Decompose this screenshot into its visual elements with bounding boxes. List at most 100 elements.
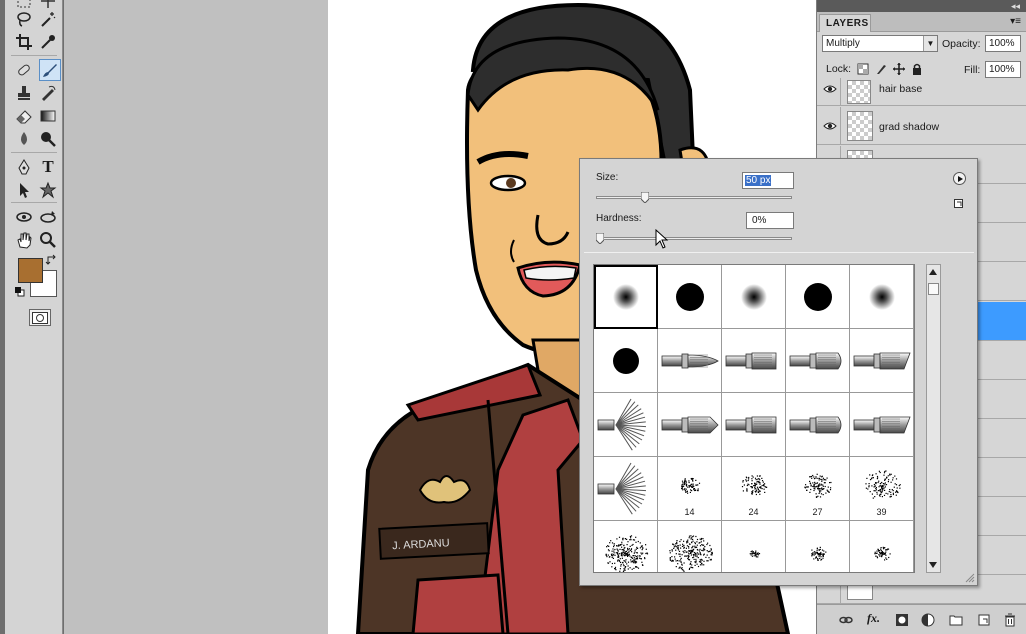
brush-preset-spatter[interactable]: 39 [850, 457, 914, 521]
brush-preview-icon [605, 535, 649, 572]
layer-mask-icon[interactable] [895, 613, 909, 627]
brush-preset-flat-bristle[interactable] [722, 329, 786, 393]
spot-healing-icon[interactable] [13, 59, 35, 81]
brush-preset-spatter-large[interactable] [594, 521, 658, 572]
lock-pixels-icon[interactable] [875, 63, 887, 75]
brush-preset-spatter[interactable]: 24 [722, 457, 786, 521]
pasteboard [64, 0, 328, 634]
brush-preset-hard-round-small[interactable] [594, 329, 658, 393]
layer-visibility[interactable] [817, 107, 841, 144]
link-layers-icon[interactable] [839, 613, 853, 627]
brush-preset-spatter-medium[interactable] [786, 521, 850, 572]
size-input[interactable]: 50 px [742, 172, 794, 189]
brush-preset-point-bristle[interactable] [658, 393, 722, 457]
resize-grip-icon[interactable] [965, 573, 975, 583]
brush-preset-hard-round[interactable] [786, 265, 850, 329]
clone-stamp-icon[interactable] [13, 82, 35, 104]
brush-preset-round-bristle[interactable] [658, 329, 722, 393]
brush-preset-spatter-small[interactable] [722, 521, 786, 572]
default-colors-icon[interactable] [15, 287, 25, 297]
opacity-input[interactable]: 100% [985, 35, 1021, 52]
brush-preset-angled-bristle[interactable] [850, 393, 914, 457]
scrollbar-thumb[interactable] [928, 283, 939, 295]
hand-icon[interactable] [13, 229, 35, 251]
brush-preset-fan-bristle[interactable] [594, 393, 658, 457]
brush-preset-flat-blunt[interactable] [786, 329, 850, 393]
brush-preview-icon [597, 462, 647, 515]
brush-preset-spatter-medium[interactable] [850, 521, 914, 572]
scroll-down-arrow[interactable] [929, 562, 937, 568]
fill-input[interactable]: 100% [985, 61, 1021, 78]
scroll-up-arrow[interactable] [929, 269, 937, 275]
brush-preset-flat-blunt[interactable] [786, 393, 850, 457]
path-selection-icon[interactable] [13, 179, 35, 201]
new-preset-icon[interactable] [953, 198, 964, 209]
collapse-panel-button[interactable]: ◂◂ [1011, 0, 1020, 12]
brush-icon[interactable] [39, 59, 61, 81]
magic-wand-icon[interactable] [37, 8, 59, 30]
brush-preset-soft-round[interactable] [594, 265, 658, 329]
lock-label: Lock: [826, 63, 852, 75]
size-slider[interactable] [596, 196, 792, 199]
brush-preview-icon [725, 416, 777, 434]
brush-preview-icon [597, 398, 647, 451]
gradient-icon[interactable] [37, 105, 59, 127]
brush-preset-soft-round[interactable] [850, 265, 914, 329]
type-icon[interactable]: T [37, 156, 59, 178]
fx-icon[interactable]: fx. [867, 611, 881, 625]
lasso-icon[interactable] [13, 8, 35, 30]
brush-preset-spatter[interactable]: 27 [786, 457, 850, 521]
hardness-slider-thumb[interactable] [596, 233, 604, 244]
brush-preset-flat-bristle[interactable] [722, 393, 786, 457]
layer-row[interactable]: hair base [817, 78, 1026, 106]
3d-orbit-icon[interactable] [37, 206, 59, 228]
brush-size-label: 24 [748, 507, 759, 517]
brush-preset-angled-bristle[interactable] [850, 329, 914, 393]
tools-panel: T [0, 0, 64, 634]
brush-preview-icon [661, 353, 719, 369]
layer-name: hair base [879, 83, 923, 95]
dodge-icon[interactable] [37, 128, 59, 150]
blur-icon[interactable] [13, 128, 35, 150]
adjustment-layer-icon[interactable] [921, 613, 935, 627]
fill-label: Fill: [964, 64, 981, 76]
brush-preview-icon [725, 352, 777, 370]
pen-icon[interactable] [13, 156, 35, 178]
blend-mode-select[interactable]: Multiply ▼ [822, 35, 938, 52]
3d-rotate-icon[interactable] [13, 206, 35, 228]
lock-position-icon[interactable] [893, 63, 905, 75]
eyedropper-icon[interactable] [37, 31, 59, 53]
new-layer-icon[interactable] [977, 613, 991, 627]
tab-layers[interactable]: LAYERS [819, 14, 871, 32]
lock-all-icon[interactable] [911, 63, 923, 75]
size-slider-thumb[interactable] [641, 192, 649, 203]
quick-mask-button[interactable] [29, 309, 51, 326]
custom-shape-icon[interactable] [37, 179, 59, 201]
brush-preset-fan-bristle[interactable] [594, 457, 658, 521]
brush-preset-spatter-large[interactable] [658, 521, 722, 572]
trash-icon[interactable] [1003, 613, 1017, 627]
lock-transparent-icon[interactable] [857, 63, 869, 75]
zoom-icon[interactable] [37, 229, 59, 251]
brush-preview-icon [613, 284, 639, 310]
foreground-color-swatch[interactable] [18, 258, 43, 283]
panel-menu-button[interactable]: ▾≡ [1010, 16, 1021, 27]
brush-preview-icon [676, 283, 704, 311]
brush-preset-soft-round[interactable] [722, 265, 786, 329]
crop-icon[interactable] [13, 31, 35, 53]
brush-preset-spatter[interactable]: 14 [658, 457, 722, 521]
brush-preset-hard-round[interactable] [658, 265, 722, 329]
layer-row[interactable]: grad shadow [817, 107, 1026, 145]
tools-divider [11, 202, 57, 203]
presets-scrollbar[interactable] [926, 264, 941, 573]
picker-menu-button[interactable] [953, 172, 966, 185]
size-value: 50 px [745, 175, 772, 186]
eraser-icon[interactable] [13, 105, 35, 127]
swap-colors-icon[interactable] [45, 253, 59, 267]
hardness-input[interactable]: 0% [746, 212, 794, 229]
group-folder-icon[interactable] [949, 613, 963, 627]
history-brush-icon[interactable] [37, 82, 59, 104]
layer-visibility[interactable] [817, 78, 841, 105]
hardness-slider[interactable] [596, 237, 792, 240]
tools-panel-body: T [5, 0, 63, 634]
